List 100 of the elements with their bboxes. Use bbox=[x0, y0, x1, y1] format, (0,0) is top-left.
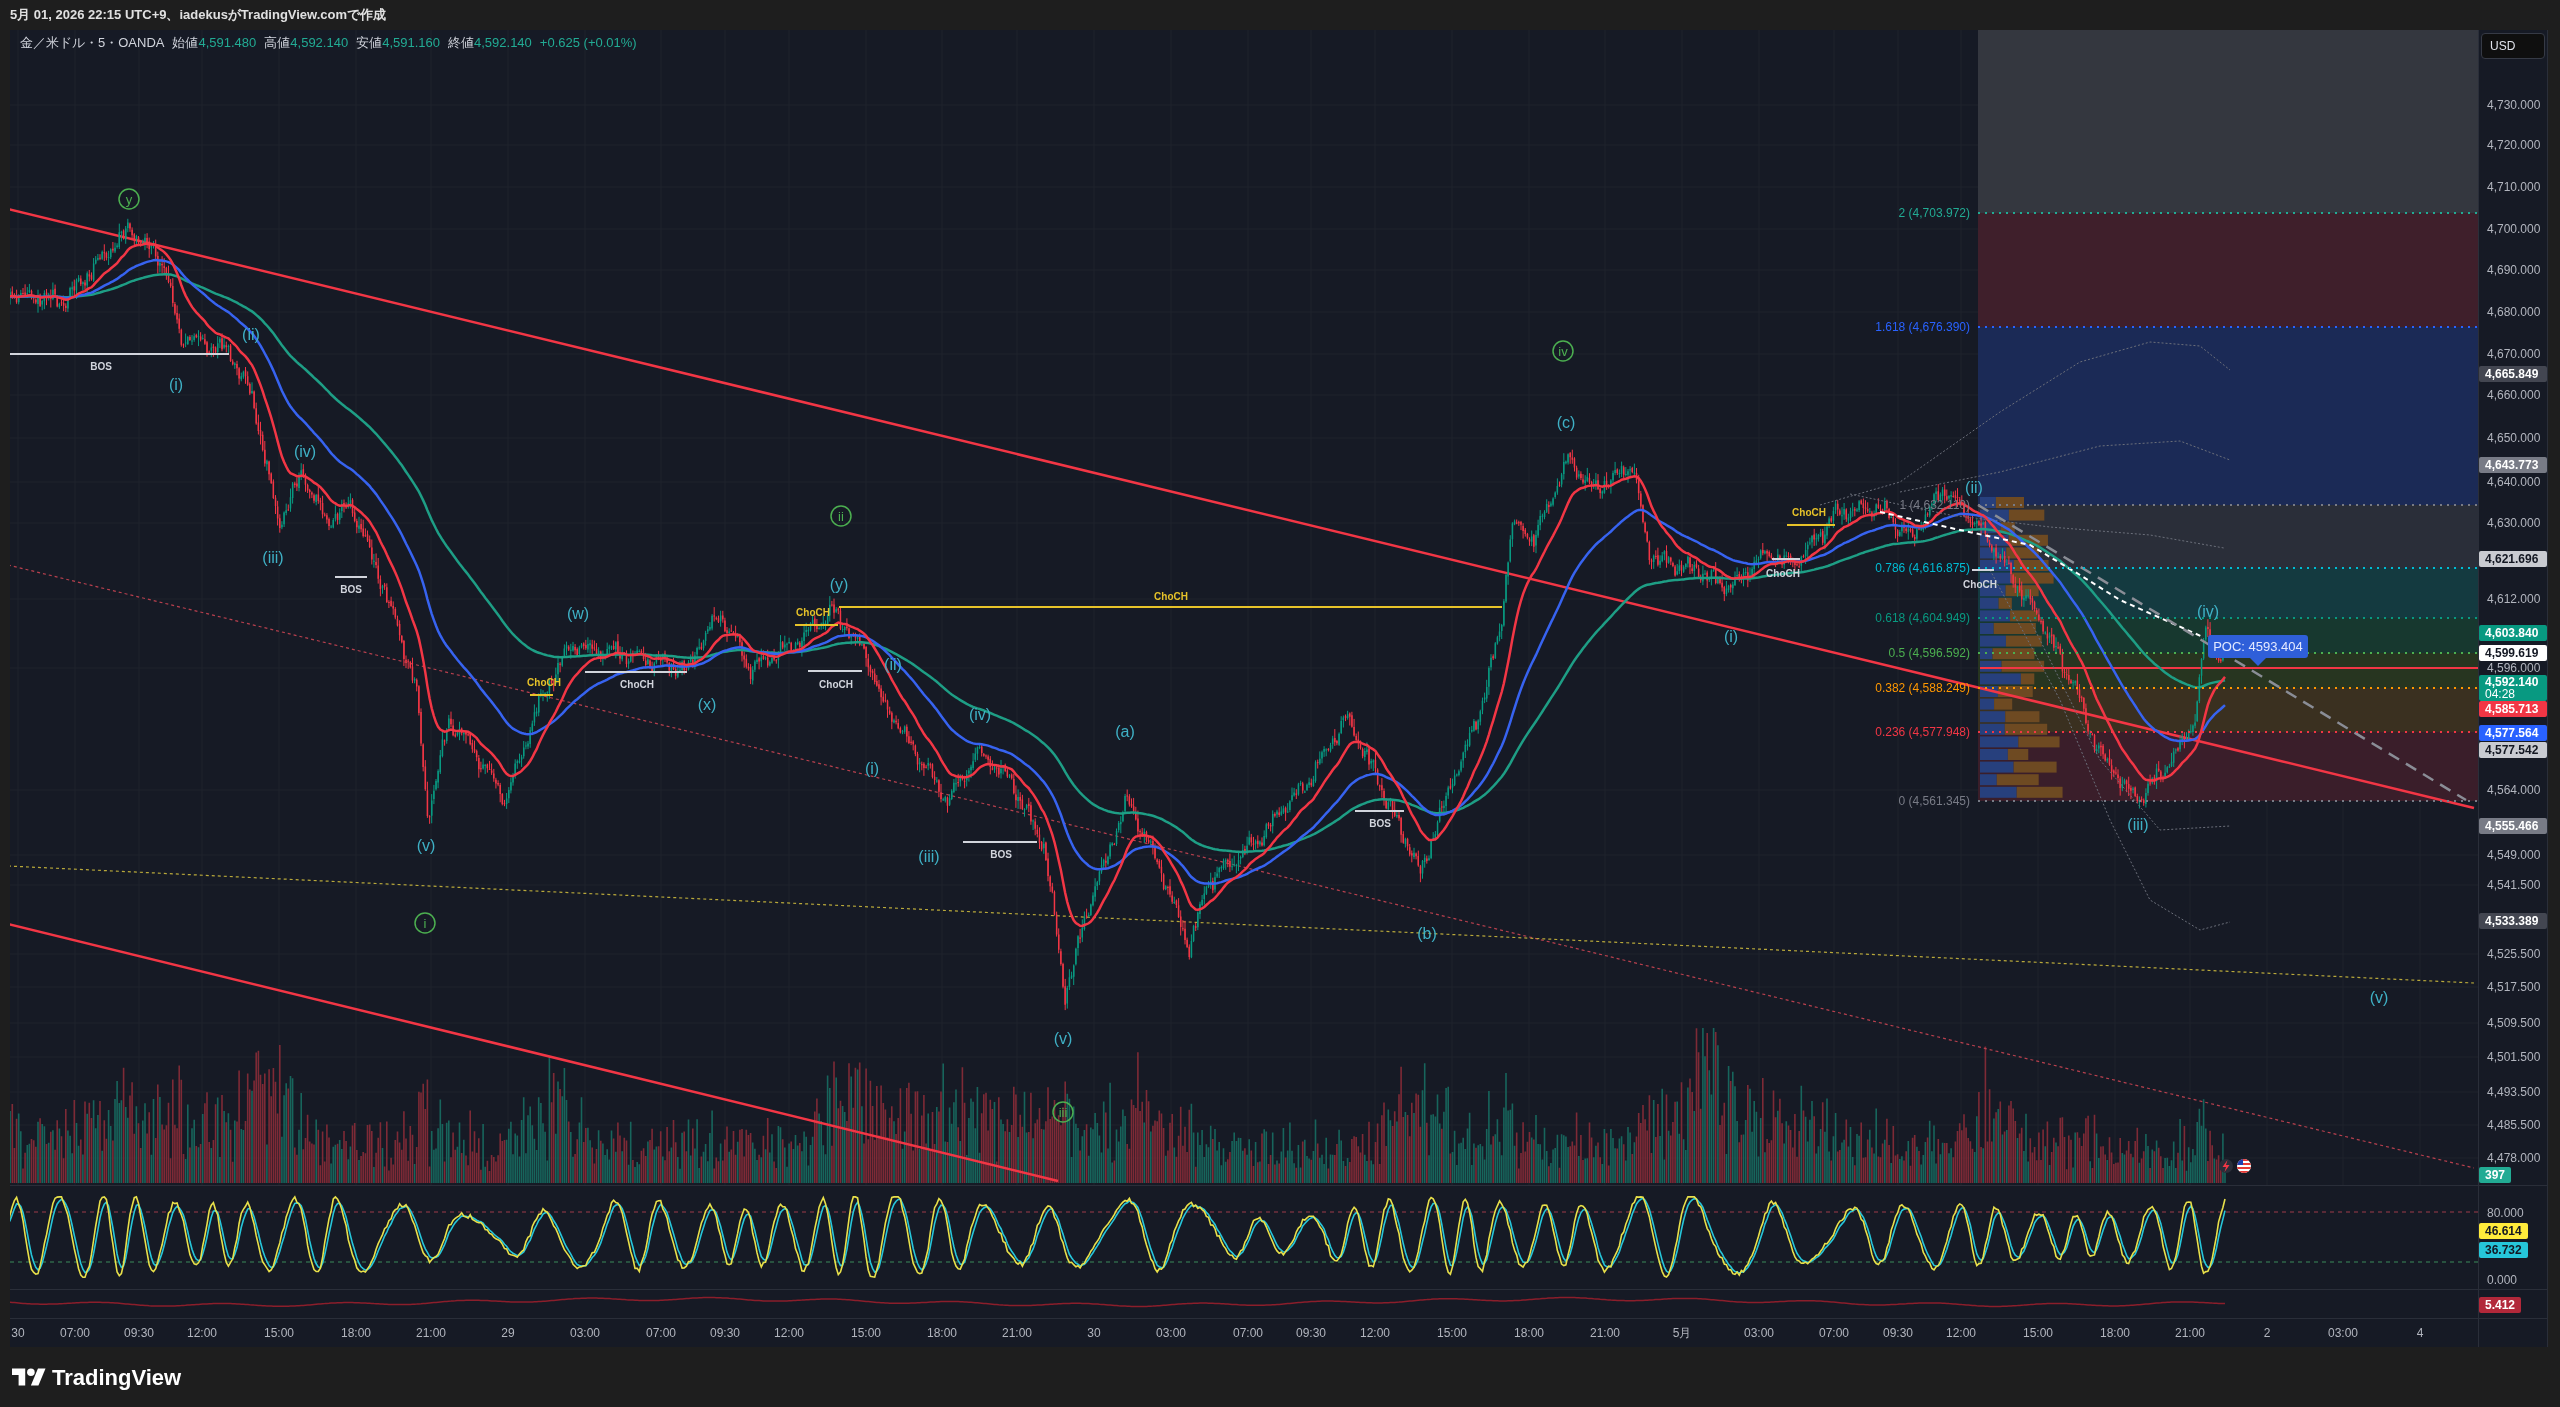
time-scale-label: 18:00 bbox=[1514, 1327, 1544, 1339]
volume-profile-bar bbox=[2005, 635, 2042, 647]
time-scale-label: 21:00 bbox=[1002, 1327, 1032, 1339]
price-scale-label: 4,517.500 bbox=[2487, 981, 2541, 993]
time-scale-label: 12:00 bbox=[1946, 1327, 1976, 1339]
wave-label: (iv) bbox=[968, 706, 992, 723]
price-label: 4,592.140 bbox=[2485, 676, 2540, 688]
volume-profile-bar bbox=[1980, 749, 2008, 760]
ohlc-value: 4,592.140 bbox=[474, 35, 532, 51]
price-scale-label: 4,596.000 bbox=[2487, 662, 2541, 674]
structure-break-line bbox=[334, 576, 368, 578]
structure-break-line bbox=[1771, 558, 1801, 560]
wave-label: (v) bbox=[416, 837, 436, 854]
ohlc-label: 安値 bbox=[356, 35, 383, 51]
circled-wave-label: iv bbox=[1552, 340, 1574, 362]
price-scale-label: 4,660.000 bbox=[2487, 389, 2541, 401]
time-scale-label: 15:00 bbox=[1437, 1327, 1467, 1339]
wave-label: (i) bbox=[1723, 628, 1739, 645]
price-scale-label: 4,525.500 bbox=[2487, 948, 2541, 960]
wave-label: (v) bbox=[1053, 1030, 1073, 1047]
price-scale-label: 4,730.000 bbox=[2487, 99, 2541, 111]
price-scale-label: 0.000 bbox=[2487, 1274, 2518, 1286]
price-scale-label: 4,509.500 bbox=[2487, 1017, 2541, 1029]
price-badge: 4,585.713 bbox=[2479, 701, 2547, 717]
price-scale-label: 4,478.000 bbox=[2487, 1152, 2541, 1164]
wave-label: (iii) bbox=[918, 848, 940, 865]
price-scale-label: 4,564.000 bbox=[2487, 784, 2541, 796]
wave-label: (iii) bbox=[262, 549, 284, 566]
price-badge: 4,643.773 bbox=[2479, 457, 2547, 473]
price-badge: 4,555.466 bbox=[2479, 818, 2547, 834]
time-scale-label: 09:30 bbox=[1296, 1327, 1326, 1339]
price-badge: 4,577.564 bbox=[2479, 725, 2547, 741]
poc-label: POC: 4593.404 bbox=[2208, 635, 2308, 666]
wave-label: (v) bbox=[2369, 989, 2389, 1006]
price-scale-label: 4,720.000 bbox=[2487, 139, 2541, 151]
ohlc-value: 4,591.160 bbox=[382, 35, 440, 51]
structure-break-line bbox=[794, 624, 839, 626]
volume-profile-bar bbox=[2006, 547, 2039, 559]
fib-level-label: 0 (4,561.345) bbox=[1898, 794, 1970, 808]
price-scale-label: 4,640.000 bbox=[2487, 476, 2541, 488]
structure-break-line bbox=[1786, 524, 1836, 526]
time-scale-label: 4 bbox=[2416, 1327, 2424, 1339]
price-change: +0.625 (+0.01%) bbox=[539, 35, 637, 51]
structure-break-label: BOS bbox=[990, 849, 1012, 860]
fib-level-label: 0.236 (4,577.948) bbox=[1875, 725, 1970, 739]
countdown-label: 04:28 bbox=[2485, 688, 2516, 700]
wave-label: (c) bbox=[1556, 414, 1576, 431]
time-scale-label: 15:00 bbox=[2023, 1327, 2053, 1339]
structure-break-line bbox=[807, 670, 863, 672]
currency-button[interactable]: USD bbox=[2481, 33, 2545, 59]
price-badge: 36.732 bbox=[2479, 1242, 2528, 1258]
time-scale-label: 07:00 bbox=[1819, 1327, 1849, 1339]
ohlc-value: 4,591.480 bbox=[198, 35, 257, 51]
wave-label: (w) bbox=[566, 605, 590, 622]
price-scale-label: 4,710.000 bbox=[2487, 181, 2541, 193]
structure-break-line bbox=[1354, 810, 1405, 812]
structure-break-label: ChoCH bbox=[1154, 591, 1188, 602]
price-scale-label: 4,493.500 bbox=[2487, 1086, 2541, 1098]
structure-break-label: ChoCH bbox=[1963, 579, 1997, 590]
time-scale-label: 21:00 bbox=[1590, 1327, 1620, 1339]
structure-break-label: ChoCH bbox=[1766, 568, 1800, 579]
price-scale-label: 4,541.500 bbox=[2487, 879, 2541, 891]
flag-icon[interactable] bbox=[2237, 1159, 2251, 1173]
lightning-icon[interactable] bbox=[2219, 1159, 2233, 1173]
time-scale-label: 29 bbox=[501, 1327, 515, 1339]
ohlc-label: 高値 bbox=[264, 35, 291, 51]
time-scale-label: 07:00 bbox=[1233, 1327, 1263, 1339]
time-scale-label: 09:30 bbox=[1883, 1327, 1913, 1339]
price-badge: 46.614 bbox=[2479, 1223, 2528, 1239]
circled-wave-label: y bbox=[118, 188, 140, 210]
time-scale-label: 2 bbox=[2263, 1327, 2271, 1339]
time-scale-label: 09:30 bbox=[710, 1327, 740, 1339]
structure-break-line bbox=[529, 694, 554, 696]
time-scale-label: 07:00 bbox=[646, 1327, 676, 1339]
time-scale-label: 09:30 bbox=[124, 1327, 154, 1339]
time-scale-label: 21:00 bbox=[2175, 1327, 2205, 1339]
price-badge: 4,665.849 bbox=[2479, 366, 2547, 382]
wave-label: (i) bbox=[168, 376, 184, 393]
time-scale-label: 03:00 bbox=[1156, 1327, 1186, 1339]
wave-label: (i) bbox=[864, 760, 880, 777]
price-badge: 4,599.619 bbox=[2479, 645, 2547, 661]
time-scale-label: 12:00 bbox=[187, 1327, 217, 1339]
wave-label: (x) bbox=[697, 696, 717, 713]
structure-break-label: ChoCH bbox=[1792, 507, 1826, 518]
price-scale-label: 4,549.000 bbox=[2487, 849, 2541, 861]
chart-caption: 5月 01, 2026 22:15 UTC+9、iadekusがTradingView.comで作成 bbox=[10, 6, 387, 25]
fib-level-label: 0.786 (4,616.875) bbox=[1875, 561, 1970, 575]
brand-name: TradingView bbox=[52, 1363, 182, 1392]
time-scale-label: 30 bbox=[11, 1327, 25, 1339]
circled-wave-label: i bbox=[414, 912, 436, 934]
structure-break-label: BOS bbox=[340, 584, 362, 595]
volume-profile-bar bbox=[2011, 572, 2054, 584]
structure-break-label: ChoCH bbox=[819, 679, 853, 690]
wave-label: (b) bbox=[1417, 925, 1437, 942]
structure-break-label: BOS bbox=[90, 361, 112, 372]
price-scale-label: 4,485.500 bbox=[2487, 1119, 2541, 1131]
wave-label: (ii) bbox=[1965, 479, 1983, 496]
time-scale-label: 18:00 bbox=[927, 1327, 957, 1339]
price-scale-label: 4,700.000 bbox=[2487, 223, 2541, 235]
ohlc-label: 終値 bbox=[448, 35, 474, 51]
